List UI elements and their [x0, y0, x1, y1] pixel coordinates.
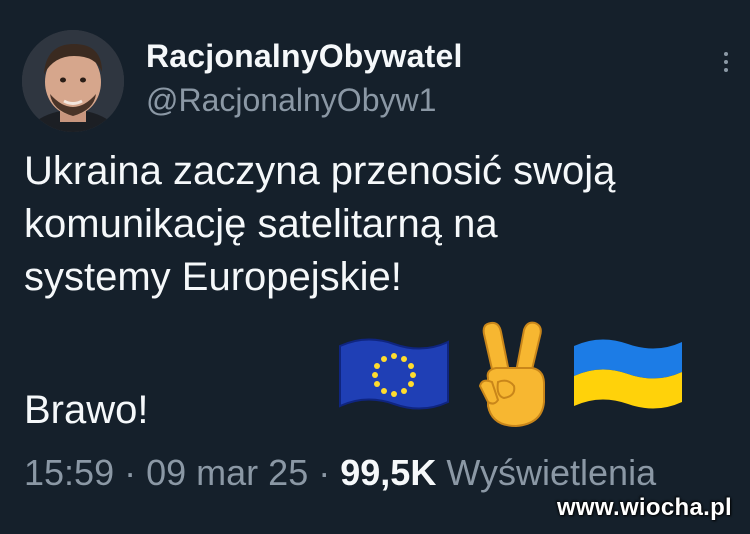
eu-flag-icon: [336, 332, 452, 416]
avatar[interactable]: [22, 30, 124, 132]
more-dot: [724, 60, 728, 64]
more-dot: [724, 52, 728, 56]
victory-hand-icon: [466, 320, 556, 430]
tweet-line: systemy Europejskie!: [24, 255, 402, 299]
more-options-icon[interactable]: [718, 50, 734, 78]
tweet-closing-text: Brawo!: [24, 388, 149, 432]
meta-separator: ·: [124, 452, 137, 493]
watermark: www.wiocha.pl: [556, 494, 732, 521]
tweet-time[interactable]: 15:59: [24, 452, 114, 493]
tweet-date[interactable]: 09 mar 25: [146, 452, 308, 493]
views-label: Wyświetlenia: [446, 452, 657, 493]
tweet-line: komunikację satelitarną na: [24, 202, 498, 246]
tweet-text: Ukraina zaczyna przenosić swoją komunika…: [24, 145, 724, 304]
tweet-line: Ukraina zaczyna przenosić swoją: [24, 149, 616, 193]
tweet-card: RacjonalnyObywatel @RacjonalnyObyw1 Ukra…: [0, 0, 750, 534]
more-dot: [724, 68, 728, 72]
avatar-image: [22, 30, 124, 132]
views-count: 99,5K: [340, 452, 437, 493]
meta-separator: ·: [318, 452, 331, 493]
author-handle[interactable]: @RacjonalnyObyw1: [146, 82, 436, 119]
author-display-name[interactable]: RacjonalnyObywatel: [146, 38, 463, 75]
ukraine-flag-icon: [570, 332, 686, 416]
tweet-meta: 15:59 · 09 mar 25 · 99,5K Wyświetlenia: [24, 452, 656, 494]
